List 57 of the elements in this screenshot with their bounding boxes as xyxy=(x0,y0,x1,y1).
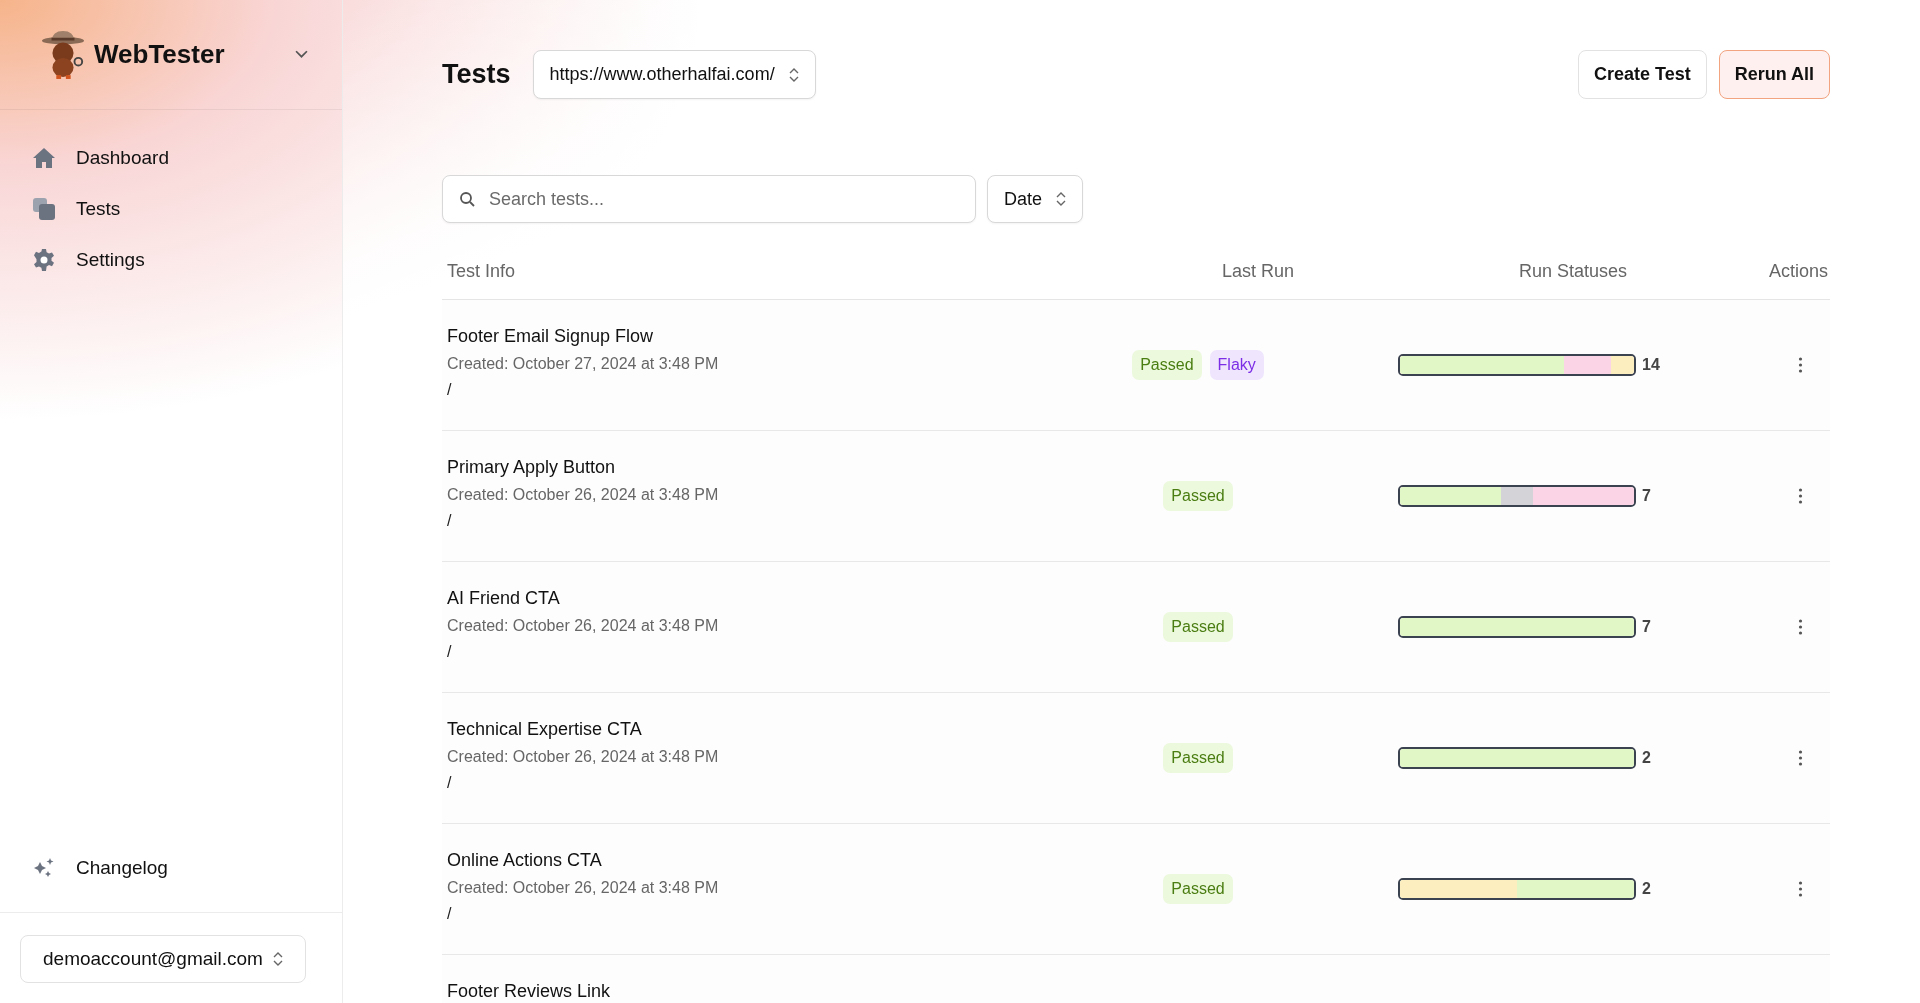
test-path: / xyxy=(447,905,452,923)
run-count: 14 xyxy=(1642,356,1660,374)
status-badge: Passed xyxy=(1163,874,1233,904)
created-date: Created: October 26, 2024 at 3:48 PM xyxy=(447,879,719,897)
test-name[interactable]: Primary Apply Button xyxy=(447,457,616,478)
run-count: 7 xyxy=(1642,487,1651,505)
search-field[interactable]: Search tests... xyxy=(442,175,976,223)
up-down-icon xyxy=(1056,191,1067,207)
more-icon[interactable] xyxy=(1798,619,1803,635)
test-path: / xyxy=(447,381,452,399)
created-date: Created: October 26, 2024 at 3:48 PM xyxy=(447,486,719,504)
more-icon[interactable] xyxy=(1798,750,1803,766)
site-selector[interactable]: https://www.otherhalfai.com/ xyxy=(532,50,816,99)
created-date: Created: October 26, 2024 at 3:48 PM xyxy=(447,617,719,635)
up-down-icon xyxy=(788,66,799,83)
settings-icon xyxy=(32,248,56,272)
run-count: 7 xyxy=(1642,618,1651,636)
test-path: / xyxy=(447,774,452,792)
chevron-down-icon[interactable] xyxy=(295,50,308,59)
nav-item[interactable]: Tests xyxy=(32,189,121,229)
column-header: Test Info xyxy=(446,260,517,282)
account-selector[interactable]: demoaccount@gmail.com xyxy=(20,935,306,983)
up-down-icon xyxy=(272,951,283,967)
column-header: Last Run xyxy=(1220,260,1295,282)
create-button[interactable]: Create Test xyxy=(1577,50,1707,99)
status-badge: Passed xyxy=(1132,350,1202,380)
more-icon[interactable] xyxy=(1798,357,1803,373)
sort-selector[interactable]: Date xyxy=(987,175,1084,223)
test-path: / xyxy=(447,512,452,530)
test-path: / xyxy=(447,643,452,661)
page-title: Tests xyxy=(442,59,511,90)
test-name[interactable]: Online Actions CTA xyxy=(447,850,602,871)
created-date: Created: October 26, 2024 at 3:48 PM xyxy=(447,748,719,766)
brand-name: WebTester xyxy=(94,39,226,70)
nav-item[interactable]: Settings xyxy=(32,240,145,280)
more-icon[interactable] xyxy=(1798,881,1803,897)
search-input[interactable]: Search tests... xyxy=(487,187,959,211)
test-name[interactable]: Footer Reviews Link xyxy=(447,981,611,1002)
run-count: 2 xyxy=(1642,749,1651,767)
search-icon xyxy=(459,191,475,207)
status-badge: Passed xyxy=(1163,743,1233,773)
nav-item[interactable]: Dashboard xyxy=(32,138,169,178)
column-header: Run Statuses xyxy=(1517,260,1629,282)
test-name[interactable]: Footer Email Signup Flow xyxy=(447,326,654,347)
rerun-button[interactable]: Rerun All xyxy=(1718,50,1830,99)
test-name[interactable]: Technical Expertise CTA xyxy=(447,719,642,740)
test-name[interactable]: AI Friend CTA xyxy=(447,588,560,609)
created-date: Created: October 27, 2024 at 3:48 PM xyxy=(447,355,719,373)
copy-icon xyxy=(32,197,56,221)
more-icon[interactable] xyxy=(1798,488,1803,504)
home-icon xyxy=(32,146,56,170)
status-badge: Passed xyxy=(1163,481,1233,511)
status-badge: Passed xyxy=(1163,612,1233,642)
status-badge: Flaky xyxy=(1209,350,1264,380)
column-header: Actions xyxy=(1767,260,1829,282)
run-count: 2 xyxy=(1642,880,1651,898)
changelog-link[interactable]: Changelog xyxy=(32,848,168,888)
